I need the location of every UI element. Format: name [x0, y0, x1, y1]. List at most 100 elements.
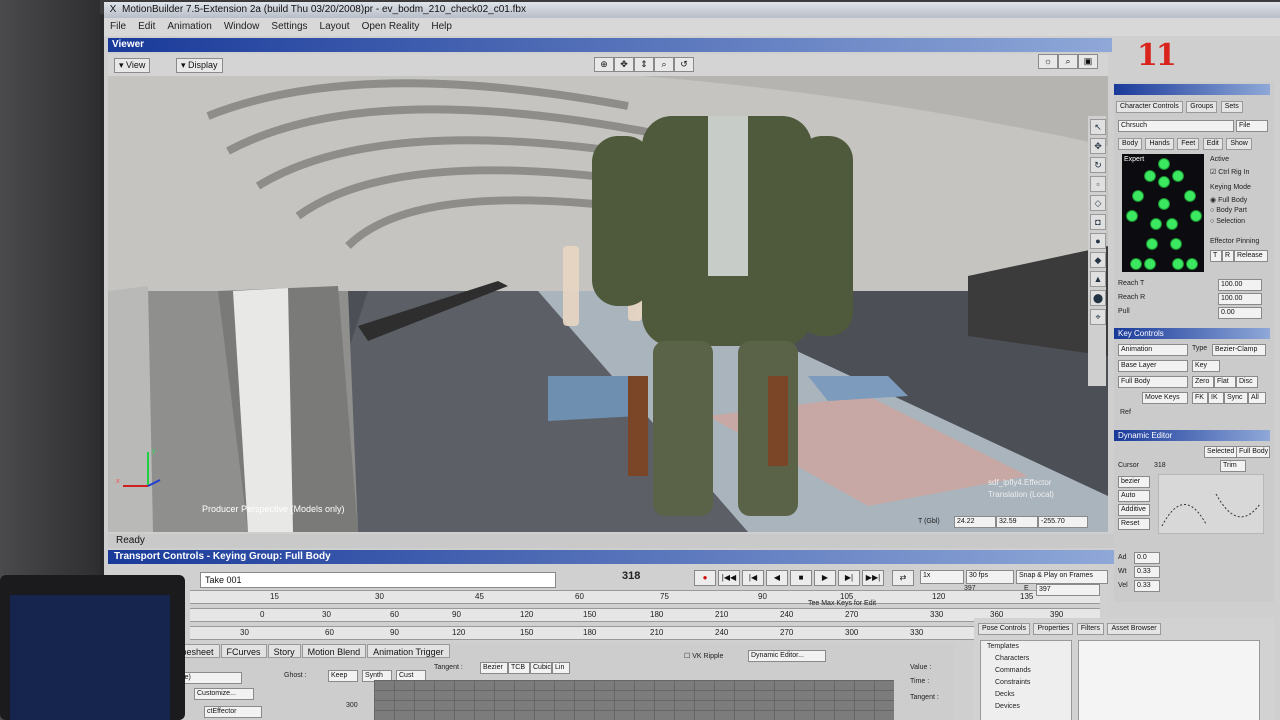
timeline-ruler-bottom[interactable]: 30 60 90 120 150 180 210 240 270 300 330…: [190, 626, 1100, 640]
right-ankle-effector[interactable]: [1186, 258, 1198, 270]
tree-item[interactable]: Commands: [995, 667, 1031, 674]
menu-animation[interactable]: Animation: [167, 18, 211, 36]
reset-button[interactable]: Reset: [1118, 518, 1150, 530]
menu-window[interactable]: Window: [224, 18, 260, 36]
tangent-cubic-button[interactable]: Cubic: [530, 662, 552, 674]
tab-properties[interactable]: Properties: [1033, 623, 1074, 635]
dynamic-editor-button[interactable]: Dynamic Editor...: [748, 650, 826, 662]
keying-body-part-radio[interactable]: ○ Body Part: [1210, 207, 1247, 214]
key-type-select[interactable]: Bezier-Clamp: [1212, 344, 1266, 356]
play-button[interactable]: ▶: [814, 570, 836, 586]
show-button[interactable]: Show: [1226, 138, 1252, 150]
menu-layout[interactable]: Layout: [320, 18, 350, 36]
reach-r-field[interactable]: 100.00: [1218, 293, 1262, 305]
menu-edit[interactable]: Edit: [138, 18, 155, 36]
end-frame-field[interactable]: 397: [1036, 584, 1100, 596]
tree-item[interactable]: Devices: [995, 703, 1020, 710]
key-mode-select[interactable]: Animation: [1118, 344, 1188, 356]
rotate-tool-icon[interactable]: ↻: [1090, 157, 1106, 173]
timeline-ruler-top[interactable]: 15 30 45 60 75 90 105 120 135: [190, 590, 1100, 604]
curve-select[interactable]: bezier: [1118, 476, 1150, 488]
vk-ripple-checkbox[interactable]: ☐ VK Ripple: [684, 652, 723, 660]
tangent-bezier-button[interactable]: Bezier: [480, 662, 508, 674]
tab-filters[interactable]: Filters: [1076, 623, 1104, 635]
coord-y-field[interactable]: 32.59: [996, 516, 1038, 528]
auto-select[interactable]: Auto: [1118, 490, 1150, 502]
translate-tool-icon[interactable]: ✥: [1090, 138, 1106, 154]
pin-r-button[interactable]: R: [1222, 250, 1234, 262]
tab-character-controls[interactable]: Character Controls: [1116, 101, 1183, 113]
tab-sets[interactable]: Sets: [1220, 101, 1243, 113]
disc-button[interactable]: Disc: [1236, 376, 1258, 388]
right-wrist-effector[interactable]: [1190, 210, 1202, 222]
left-hip-effector[interactable]: [1150, 218, 1162, 230]
tab-animation-trigger[interactable]: Animation Trigger: [367, 644, 450, 658]
fps-select[interactable]: 30 fps: [966, 570, 1014, 584]
character-select[interactable]: Chrsuch: [1118, 120, 1234, 132]
tab-pose-controls[interactable]: Pose Controls: [978, 623, 1030, 635]
goto-end-button[interactable]: ▶▶|: [862, 570, 884, 586]
prev-key-button[interactable]: |◀: [742, 570, 764, 586]
timeline-ruler-mid[interactable]: 0 30 60 90 120 150 180 210 240 270 330 3…: [190, 608, 1100, 622]
character-rig-map[interactable]: Expert: [1122, 154, 1204, 272]
keying-full-body-radio[interactable]: ◉ Full Body: [1210, 196, 1247, 204]
right-foot-effector[interactable]: [1172, 258, 1184, 270]
dynamic-curve-graph[interactable]: [1158, 474, 1264, 534]
flat-button[interactable]: Flat: [1214, 376, 1236, 388]
right-elbow-effector[interactable]: [1184, 190, 1196, 202]
left-elbow-effector[interactable]: [1132, 190, 1144, 202]
left-knee-effector[interactable]: [1146, 238, 1158, 250]
orbit-icon[interactable]: ⊕: [594, 57, 614, 72]
head-effector[interactable]: [1158, 158, 1170, 170]
move-keys-button[interactable]: Move Keys: [1142, 392, 1188, 404]
fcurve-graph[interactable]: [374, 680, 894, 720]
menu-open-reality[interactable]: Open Reality: [362, 18, 420, 36]
ctrl-rig-checkbox[interactable]: ☑ Ctrl Rig In: [1210, 168, 1249, 176]
view-menu-button[interactable]: ▾ View: [114, 58, 151, 73]
loop-button[interactable]: ⇄: [892, 570, 914, 586]
layer-select[interactable]: Base Layer: [1118, 360, 1188, 372]
customize-button[interactable]: Customize...: [194, 688, 254, 700]
left-wrist-effector[interactable]: [1126, 210, 1138, 222]
tab-story[interactable]: Story: [267, 644, 301, 658]
snap-tool-icon[interactable]: ⌖: [1090, 309, 1106, 325]
selected-button[interactable]: Selected: [1204, 446, 1238, 458]
chest-effector[interactable]: [1158, 176, 1170, 188]
tab-groups[interactable]: Groups: [1186, 101, 1218, 113]
stop-button[interactable]: ■: [790, 570, 812, 586]
body-select[interactable]: Full Body: [1118, 376, 1188, 388]
full-body-button[interactable]: Full Body: [1236, 446, 1270, 458]
keyframe-tool-icon[interactable]: ◆: [1090, 252, 1106, 268]
tab-body[interactable]: Body: [1118, 138, 1142, 150]
play-back-button[interactable]: ◀: [766, 570, 788, 586]
left-foot-effector[interactable]: [1144, 258, 1156, 270]
additive-button[interactable]: Additive: [1118, 504, 1150, 516]
effector-node[interactable]: ctEffector: [204, 706, 262, 718]
tab-asset-browser[interactable]: Asset Browser: [1107, 623, 1161, 635]
marker-tool-icon[interactable]: ▲: [1090, 271, 1106, 287]
reset-view-icon[interactable]: ↺: [674, 57, 694, 72]
trim-button[interactable]: Trim: [1220, 460, 1246, 472]
left-ankle-effector[interactable]: [1130, 258, 1142, 270]
record-tool-icon[interactable]: ⬤: [1090, 290, 1106, 306]
tab-motion-blend[interactable]: Motion Blend: [301, 644, 367, 658]
tree-item[interactable]: Decks: [995, 691, 1014, 698]
release-button[interactable]: Release: [1234, 250, 1268, 262]
tab-fcurves[interactable]: FCurves: [220, 644, 267, 658]
sync-button[interactable]: Sync: [1224, 392, 1248, 404]
dolly-icon[interactable]: ⇕: [634, 57, 654, 72]
keep-button[interactable]: Keep: [328, 670, 358, 682]
display-menu-button[interactable]: ▾ Display: [176, 58, 223, 73]
file-button[interactable]: File: [1236, 120, 1268, 132]
3d-viewport[interactable]: x y Producer Perspective (Models only) s…: [108, 76, 1108, 532]
tangent-linear-button[interactable]: Lin: [552, 662, 570, 674]
key-button[interactable]: Key: [1192, 360, 1220, 372]
tree-item[interactable]: Constraints: [995, 679, 1030, 686]
fk-button[interactable]: FK: [1192, 392, 1208, 404]
pull-field[interactable]: 0.00: [1218, 307, 1262, 319]
coord-x-field[interactable]: 24.22: [954, 516, 996, 528]
snap-select[interactable]: Snap & Play on Frames: [1016, 570, 1108, 584]
right-knee-effector[interactable]: [1170, 238, 1182, 250]
tree-item[interactable]: Templates: [987, 643, 1019, 650]
tab-hands[interactable]: Hands: [1145, 138, 1174, 150]
